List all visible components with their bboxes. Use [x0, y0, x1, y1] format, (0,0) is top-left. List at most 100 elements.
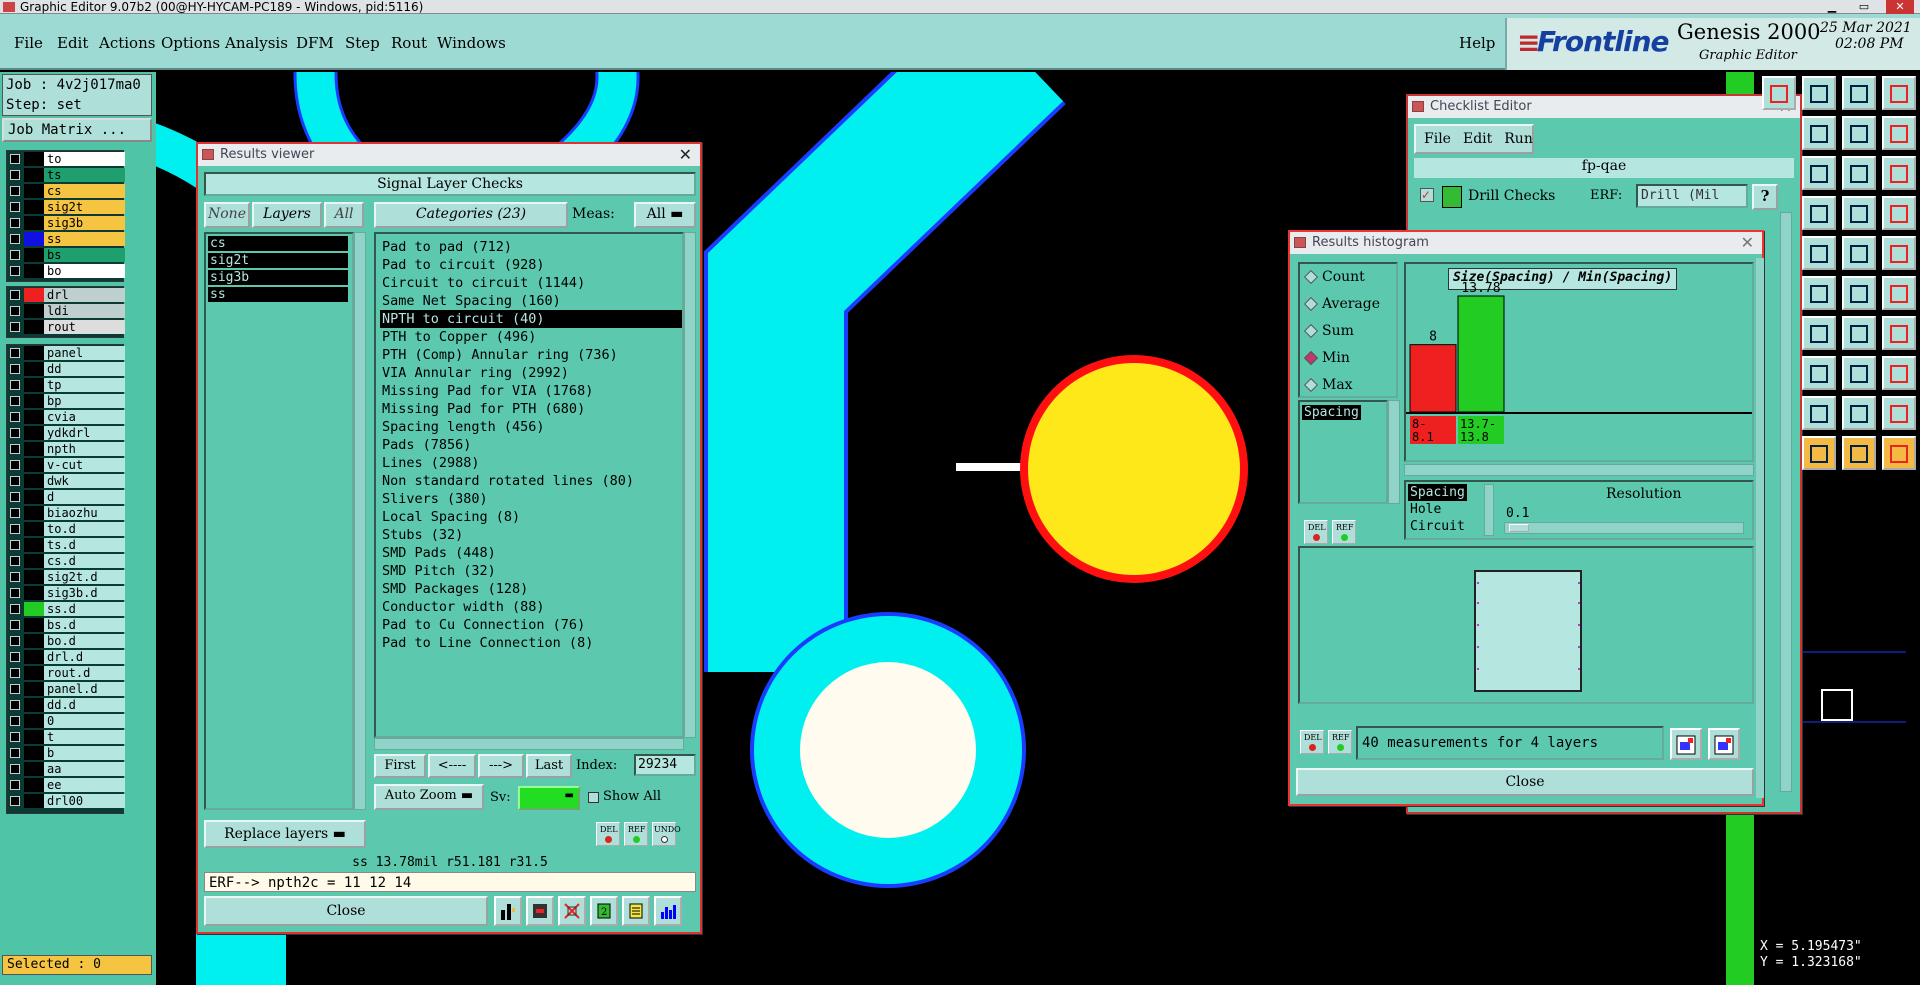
layer-checkbox[interactable]: [10, 652, 20, 662]
layers-scrollbar[interactable]: [354, 232, 366, 810]
layer-color-swatch[interactable]: [24, 264, 44, 278]
histogram-bar[interactable]: [1409, 344, 1457, 413]
layer-row[interactable]: bs: [7, 247, 125, 263]
layer-list-item[interactable]: sig2t: [208, 253, 348, 268]
layer-name[interactable]: t: [44, 730, 125, 744]
layer-checkbox[interactable]: [10, 290, 20, 300]
layer-checkbox[interactable]: [10, 234, 20, 244]
layer-row[interactable]: panel.d: [7, 681, 125, 697]
layer-name[interactable]: sig3b: [44, 216, 125, 230]
categories-hscrollbar[interactable]: [374, 738, 684, 750]
layer-row[interactable]: sig2t.d: [7, 569, 125, 585]
snap-icon[interactable]: [1842, 196, 1876, 230]
layer-checkbox[interactable]: [10, 700, 20, 710]
screen-icon[interactable]: [1802, 76, 1836, 110]
layer-checkbox[interactable]: [10, 348, 20, 358]
pointer-icon[interactable]: [1802, 436, 1836, 470]
layer-color-swatch[interactable]: [24, 794, 44, 808]
layer-checkbox[interactable]: [10, 780, 20, 790]
layer-row[interactable]: ts.d: [7, 537, 125, 553]
layer-name[interactable]: drl00: [44, 794, 125, 808]
close-icon[interactable]: ✕: [679, 144, 692, 166]
layer-color-swatch[interactable]: [24, 602, 44, 616]
layer-name[interactable]: bo.d: [44, 634, 125, 648]
import-icon[interactable]: [1708, 728, 1740, 760]
prev-button[interactable]: <----: [428, 754, 476, 778]
layer-checkbox[interactable]: [10, 476, 20, 486]
layer-row[interactable]: dd.d: [7, 697, 125, 713]
checklist-menu-file[interactable]: File: [1424, 131, 1451, 147]
layer-row[interactable]: aa: [7, 761, 125, 777]
layer-color-swatch[interactable]: [24, 184, 44, 198]
layer-name[interactable]: panel: [44, 346, 125, 360]
layer-color-swatch[interactable]: [24, 200, 44, 214]
check-enabled-checkbox[interactable]: ✓: [1420, 188, 1434, 202]
menu-windows[interactable]: Windows: [437, 34, 506, 52]
layer-checkbox[interactable]: [10, 524, 20, 534]
undo-icon[interactable]: UNDO: [652, 822, 681, 846]
close-icon[interactable]: ✕: [1886, 0, 1914, 14]
layer-checkbox[interactable]: [10, 154, 20, 164]
ref-icon[interactable]: REF: [1328, 730, 1352, 754]
layer-row[interactable]: t: [7, 729, 125, 745]
layer-name[interactable]: bs.d: [44, 618, 125, 632]
layer-name[interactable]: to.d: [44, 522, 125, 536]
layer-row[interactable]: bs.d: [7, 617, 125, 633]
category-item[interactable]: Slivers (380): [380, 490, 682, 508]
menu-actions[interactable]: Actions: [99, 34, 155, 52]
layer-row[interactable]: panel: [7, 345, 125, 361]
menu-dfm[interactable]: DFM: [296, 34, 334, 52]
layer-name[interactable]: b: [44, 746, 125, 760]
layer-color-swatch[interactable]: [24, 458, 44, 472]
menu-file[interactable]: File: [14, 34, 43, 52]
maximize-icon[interactable]: ▭: [1850, 0, 1878, 14]
layer-row[interactable]: 0: [7, 713, 125, 729]
highlight-icon[interactable]: [526, 896, 554, 926]
layer-name[interactable]: ydkdrl: [44, 426, 125, 440]
job-matrix-button[interactable]: Job Matrix ...: [2, 118, 152, 142]
radio-icon[interactable]: [1303, 323, 1319, 339]
layer-name[interactable]: aa: [44, 762, 125, 776]
category-item[interactable]: Local Spacing (8): [380, 508, 682, 526]
del-icon[interactable]: DEL: [596, 822, 620, 846]
layer-color-swatch[interactable]: [24, 682, 44, 696]
cross-icon[interactable]: [1802, 276, 1836, 310]
layer-row[interactable]: drl.d: [7, 649, 125, 665]
close-icon[interactable]: ✕: [1741, 232, 1754, 254]
resolution-slider[interactable]: [1504, 522, 1744, 534]
arrow-right-icon[interactable]: [1802, 116, 1836, 150]
layer-checkbox[interactable]: [10, 796, 20, 806]
layer-row[interactable]: rout.d: [7, 665, 125, 681]
layer-checkbox[interactable]: [10, 556, 20, 566]
layer-name[interactable]: npth: [44, 442, 125, 456]
measure-icon[interactable]: [1842, 236, 1876, 270]
meas-dropdown[interactable]: All ▬: [634, 202, 696, 228]
layer-color-swatch[interactable]: [24, 730, 44, 744]
layers-list[interactable]: cs sig2t sig3b ss: [204, 232, 354, 810]
home-up-icon[interactable]: [1762, 76, 1796, 110]
layer-checkbox[interactable]: [10, 170, 20, 180]
layer-list-item[interactable]: cs: [208, 236, 348, 251]
layout-icon[interactable]: [1882, 76, 1916, 110]
layer-checkbox[interactable]: [10, 428, 20, 438]
res-type-circuit[interactable]: Circuit: [1408, 518, 1467, 535]
category-item[interactable]: SMD Pitch (32): [380, 562, 682, 580]
aggregate-option[interactable]: Sum: [1300, 318, 1396, 345]
layer-color-swatch[interactable]: [24, 698, 44, 712]
ruler-icon[interactable]: [1882, 116, 1916, 150]
res-type-spacing[interactable]: Spacing: [1408, 484, 1467, 501]
layer-name[interactable]: ss: [44, 232, 125, 246]
category-item[interactable]: Non standard rotated lines (80): [380, 472, 682, 490]
layer-checkbox[interactable]: [10, 540, 20, 550]
layer-row[interactable]: sig3b: [7, 215, 125, 231]
layer-name[interactable]: sig3b.d: [44, 586, 125, 600]
layer-row[interactable]: ldi: [7, 303, 125, 319]
ref-icon[interactable]: REF: [624, 822, 648, 846]
layer-row[interactable]: d: [7, 489, 125, 505]
severity-color-dropdown[interactable]: ▬: [518, 786, 580, 810]
replace-layers-dropdown[interactable]: Replace layers ▬: [204, 820, 366, 848]
ratio-icon[interactable]: [1842, 156, 1876, 190]
layer-color-swatch[interactable]: [24, 714, 44, 728]
radio-icon[interactable]: [1303, 350, 1319, 366]
layer-row[interactable]: ee: [7, 777, 125, 793]
